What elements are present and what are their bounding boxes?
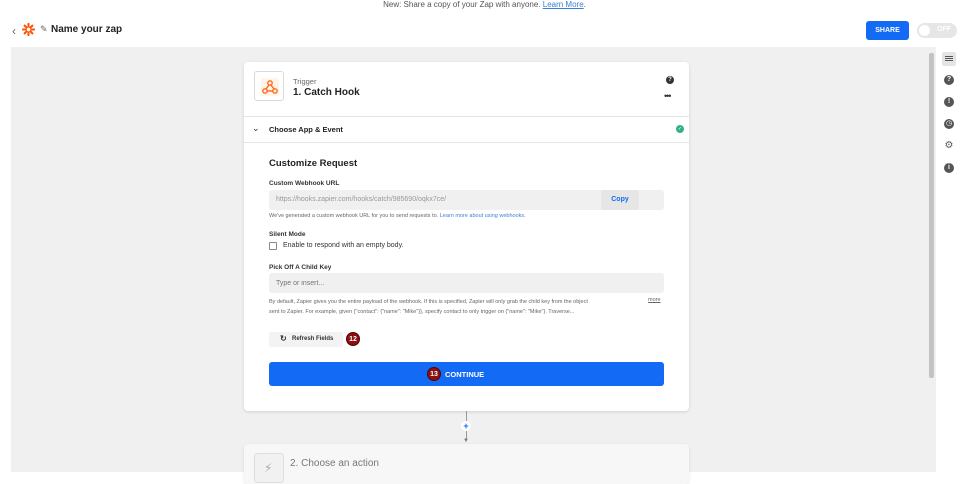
step-kind-label: Trigger [293, 77, 317, 86]
announcement-banner: New: Share a copy of your Zap with anyon… [0, 0, 969, 14]
help-icon[interactable]: ? [944, 75, 954, 85]
webhook-help-end: . [524, 213, 526, 219]
alert-icon[interactable]: ! [944, 97, 954, 107]
gear-icon[interactable]: ⚙ [944, 141, 954, 151]
continue-button[interactable]: 13 CONTINUE [269, 362, 664, 386]
banner-trailing: . [583, 0, 586, 9]
annotation-badge: 12 [346, 332, 360, 346]
refresh-fields-button[interactable]: ↻ Refresh Fields [269, 332, 343, 347]
share-button[interactable]: SHARE [866, 21, 909, 40]
section-label[interactable]: Choose App & Event [269, 125, 343, 134]
chevron-down-icon[interactable]: ⌄ [252, 123, 260, 134]
child-key-label: Pick Off A Child Key [269, 264, 332, 271]
right-sidebar: ? ! ◷ ⚙ i [936, 47, 969, 481]
webhook-help-text: We've generated a custom webhook URL for… [269, 213, 526, 219]
lightning-icon: ⚡ [254, 453, 284, 483]
more-link[interactable]: more [648, 297, 661, 303]
connector-line [466, 411, 467, 421]
silent-mode-option-label[interactable]: Enable to respond with an empty body. [283, 242, 404, 249]
copy-button[interactable]: Copy [601, 190, 639, 210]
child-key-desc-line2: sent to Zapier. For example, given {"con… [269, 309, 575, 315]
webhook-app-icon [254, 71, 284, 101]
complete-check-icon: ✓ [676, 125, 684, 133]
annotation-badge: 13 [427, 367, 441, 381]
scrollbar-thumb[interactable] [929, 53, 934, 378]
step-title[interactable]: 1. Catch Hook [293, 87, 360, 98]
editor-header: ‹ ✎ Name your zap SHARE OFF [0, 14, 969, 47]
toggle-knob [919, 25, 930, 36]
trigger-step-card: Trigger 1. Catch Hook ? ••• ⌄ Choose App… [244, 62, 689, 411]
pencil-icon[interactable]: ✎ [40, 24, 48, 35]
webhook-url-value[interactable]: https://hooks.zapier.com/hooks/catch/985… [276, 196, 446, 203]
continue-label: CONTINUE [445, 370, 485, 379]
webhooks-learn-more-link[interactable]: Learn more about using webhooks [440, 213, 524, 219]
refresh-icon: ↻ [280, 334, 287, 343]
banner-text: New: Share a copy of your Zap with anyon… [383, 0, 541, 9]
choose-app-event-section[interactable]: ⌄ Choose App & Event ✓ [244, 117, 689, 142]
silent-mode-checkbox[interactable] [269, 242, 277, 250]
action-step-title[interactable]: 2. Choose an action [290, 458, 379, 469]
customize-request-heading: Customize Request [269, 158, 358, 169]
refresh-label: Refresh Fields [292, 336, 334, 342]
child-key-description: By default, Zapier gives you the entire … [269, 297, 639, 317]
webhook-help-copy: We've generated a custom webhook URL for… [269, 213, 439, 219]
question-icon[interactable]: ? [666, 76, 674, 84]
add-step-plus-icon[interactable]: + [461, 421, 471, 431]
list-icon[interactable] [942, 52, 956, 66]
learn-more-link[interactable]: Learn More [543, 0, 584, 9]
more-options-icon[interactable]: ••• [664, 91, 672, 101]
clock-icon[interactable]: ◷ [944, 119, 954, 129]
info-icon[interactable]: i [944, 163, 954, 173]
divider [244, 142, 689, 143]
child-key-desc-line1: By default, Zapier gives you the entire … [269, 299, 588, 305]
toggle-label: OFF [937, 26, 951, 33]
webhook-url-label: Custom Webhook URL [269, 180, 340, 187]
child-key-input[interactable] [269, 273, 664, 293]
canvas-scrollbar[interactable] [927, 47, 936, 472]
zap-name-title[interactable]: Name your zap [51, 24, 122, 35]
action-step-card[interactable]: ⚡ 2. Choose an action [244, 444, 689, 484]
zap-on-off-toggle[interactable]: OFF [917, 23, 957, 38]
silent-mode-label: Silent Mode [269, 231, 306, 238]
zapier-logo-icon[interactable] [22, 23, 35, 36]
back-chevron-icon[interactable]: ‹ [12, 24, 16, 38]
